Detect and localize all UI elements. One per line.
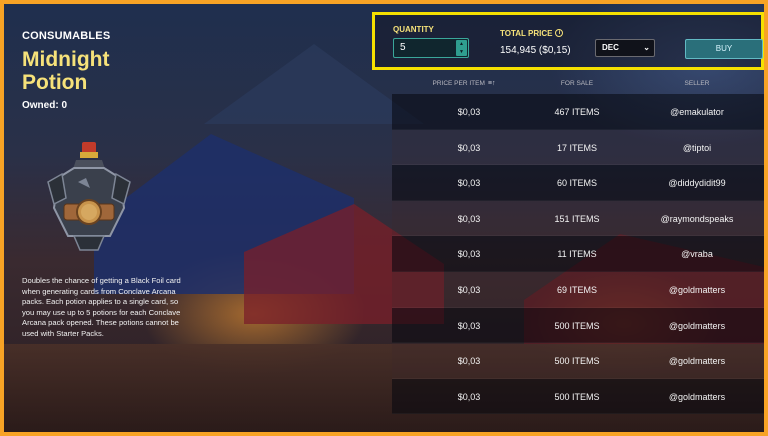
seller-cell: @tiptoi — [682, 142, 712, 153]
table-row[interactable]: $0,03 151 ITEMS @raymondspeaks — [392, 200, 764, 237]
product-info: CONSUMABLES Midnight Potion Owned: 0 — [22, 30, 182, 111]
header-price-per-item[interactable]: PRICE PER ITEM ≡↑ — [424, 80, 504, 87]
for-sale-cell: 500 ITEMS — [554, 356, 600, 367]
for-sale-cell: 151 ITEMS — [554, 213, 600, 224]
seller-cell: @diddydidit99 — [668, 178, 726, 189]
total-price-label: TOTAL PRICE i — [500, 29, 564, 38]
product-title-line1: Midnight — [22, 48, 110, 71]
price-cell: $0,03 — [457, 391, 481, 402]
for-sale-cell: 60 ITEMS — [556, 178, 597, 189]
price-cell: $0,03 — [457, 142, 481, 153]
seller-cell: @emakulator — [670, 107, 724, 117]
quantity-value: 5 — [400, 42, 406, 53]
chevron-down-icon: ⌄ — [643, 43, 650, 52]
quantity-stepper[interactable]: ▲ ▼ — [456, 40, 467, 56]
product-title-line2: Potion — [22, 71, 88, 94]
quantity-input[interactable]: 5 ▲ ▼ — [393, 38, 469, 58]
for-sale-cell: 17 ITEMS — [556, 142, 597, 153]
table-row[interactable]: $0,03 17 ITEMS @tiptoi — [392, 129, 764, 166]
table-row[interactable]: $0,03 500 ITEMS @goldmatters — [392, 307, 764, 344]
table-header: PRICE PER ITEM ≡↑ FOR SALE SELLER — [392, 70, 764, 94]
price-cell: $0,03 — [457, 213, 481, 224]
header-price-label: PRICE PER ITEM — [432, 80, 485, 87]
for-sale-cell: 467 ITEMS — [554, 107, 600, 117]
quantity-label: QUANTITY — [393, 25, 434, 34]
table-row[interactable]: $0,03 11 ITEMS @vraba — [392, 236, 764, 272]
midnight-potion-icon — [47, 142, 131, 251]
price-cell: $0,03 — [457, 107, 481, 117]
currency-selected-value: DEC — [602, 43, 619, 52]
for-sale-cell: 500 ITEMS — [554, 320, 600, 331]
price-cell: $0,03 — [457, 178, 481, 189]
price-cell: $0,03 — [457, 320, 481, 331]
seller-cell: @goldmatters — [668, 284, 726, 295]
currency-select[interactable]: DEC ⌄ — [595, 39, 655, 57]
table-row[interactable]: $0,03 467 ITEMS @emakulator — [392, 94, 764, 130]
seller-cell: @goldmatters — [668, 391, 726, 402]
product-title: Midnight Potion — [22, 48, 182, 94]
price-cell: $0,03 — [457, 356, 481, 367]
for-sale-cell: 11 ITEMS — [557, 249, 597, 260]
product-category: CONSUMABLES — [22, 30, 111, 42]
owned-count: Owned: 0 — [22, 100, 68, 111]
total-price-label-text: TOTAL PRICE — [500, 29, 553, 38]
table-row[interactable]: $0,03 60 ITEMS @diddydidit99 — [392, 165, 764, 201]
header-for-sale: FOR SALE — [560, 80, 594, 87]
price-cell: $0,03 — [457, 249, 481, 260]
seller-cell: @raymondspeaks — [660, 213, 734, 224]
table-row[interactable]: $0,03 500 ITEMS @goldmatters — [392, 343, 764, 379]
price-cell: $0,03 — [457, 284, 481, 295]
purchase-panel: QUANTITY 5 ▲ ▼ TOTAL PRICE i 154,945 ($0,1… — [372, 12, 764, 70]
header-seller: SELLER — [684, 80, 710, 87]
table-row[interactable]: $0,03 500 ITEMS @goldmatters — [392, 378, 764, 415]
for-sale-cell: 69 ITEMS — [556, 284, 597, 295]
buy-button[interactable]: BUY — [685, 39, 763, 59]
for-sale-cell: 500 ITEMS — [554, 391, 600, 402]
sort-icon[interactable]: ≡↑ — [488, 80, 496, 87]
seller-cell: @goldmatters — [668, 356, 726, 367]
seller-cell: @goldmatters — [668, 320, 726, 331]
listing-table: PRICE PER ITEM ≡↑ FOR SALE SELLER $0,03 4… — [392, 70, 764, 432]
table-row[interactable]: $0,03 69 ITEMS @goldmatters — [392, 271, 764, 308]
seller-cell: @vraba — [681, 249, 713, 260]
info-icon[interactable]: i — [555, 29, 564, 37]
product-description: Doubles the chance of getting a Black Fo… — [22, 276, 181, 338]
total-price-value: 154,945 ($0,15) — [500, 45, 571, 56]
